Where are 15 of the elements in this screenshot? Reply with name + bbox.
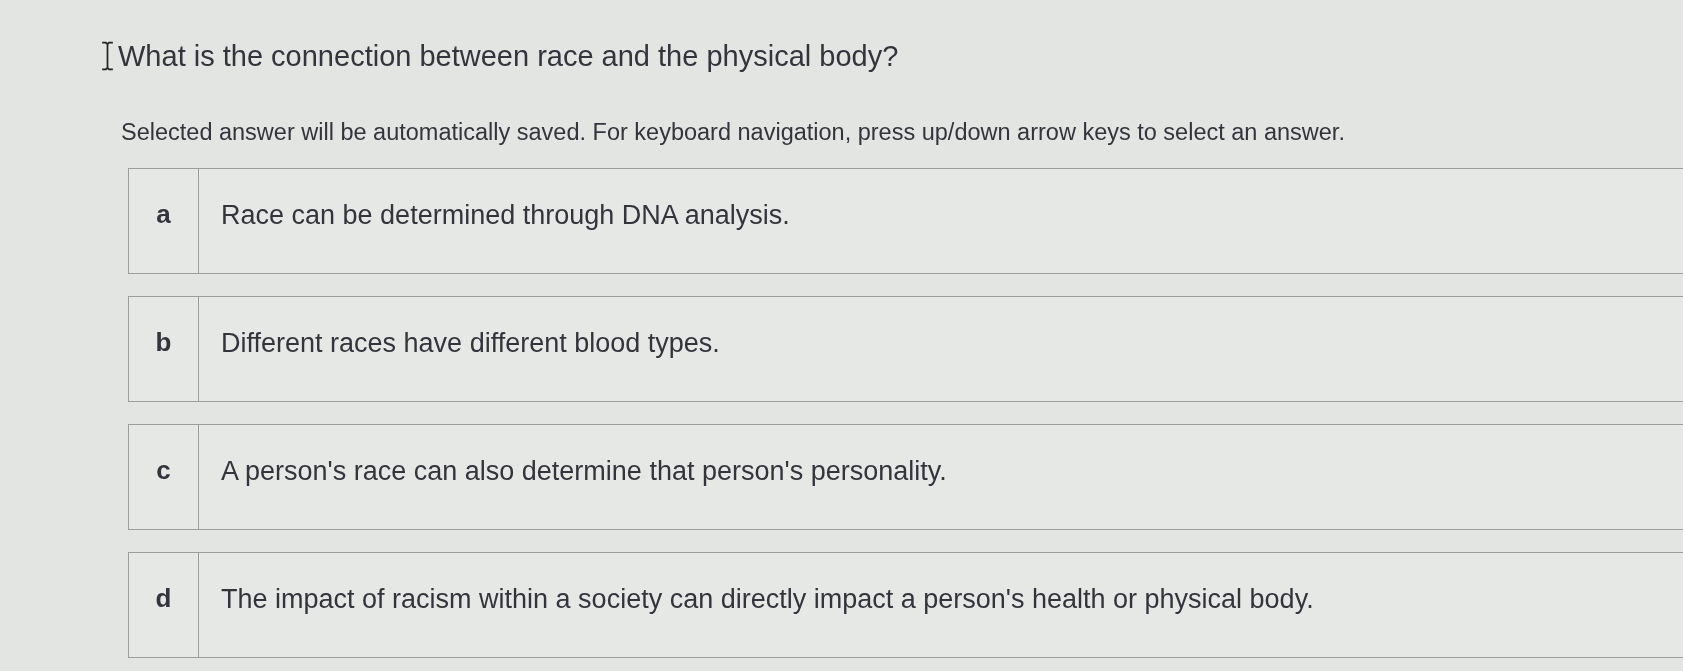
option-letter: c bbox=[129, 425, 199, 530]
text-cursor-icon bbox=[100, 40, 115, 72]
instructions-text: Selected answer will be automatically saved. For keyboard navigation, press up/down arrow keys to select an answer. bbox=[121, 118, 1346, 147]
option-letter: a bbox=[129, 169, 199, 274]
answer-option[interactable]: d The impact of racism within a society can directly impact a person's health or physical body. bbox=[128, 552, 1683, 659]
question-title: What is the connection between race and the physical body? bbox=[118, 38, 899, 74]
option-letter: b bbox=[129, 297, 199, 402]
answer-option[interactable]: c A person's race can also determine that person's personality. bbox=[128, 424, 1683, 531]
option-letter: d bbox=[129, 553, 199, 658]
option-text: Race can be determined through DNA analysis. bbox=[220, 199, 790, 233]
answer-option[interactable]: b Different races have different blood types. bbox=[128, 296, 1683, 403]
option-text: The impact of racism within a society can directly impact a person's health or physical body. bbox=[220, 583, 1314, 617]
option-text: A person's race can also determine that person's personality. bbox=[220, 455, 947, 489]
option-text: Different races have different blood types. bbox=[220, 327, 720, 361]
answer-option[interactable]: a Race can be determined through DNA analysis. bbox=[128, 168, 1683, 275]
